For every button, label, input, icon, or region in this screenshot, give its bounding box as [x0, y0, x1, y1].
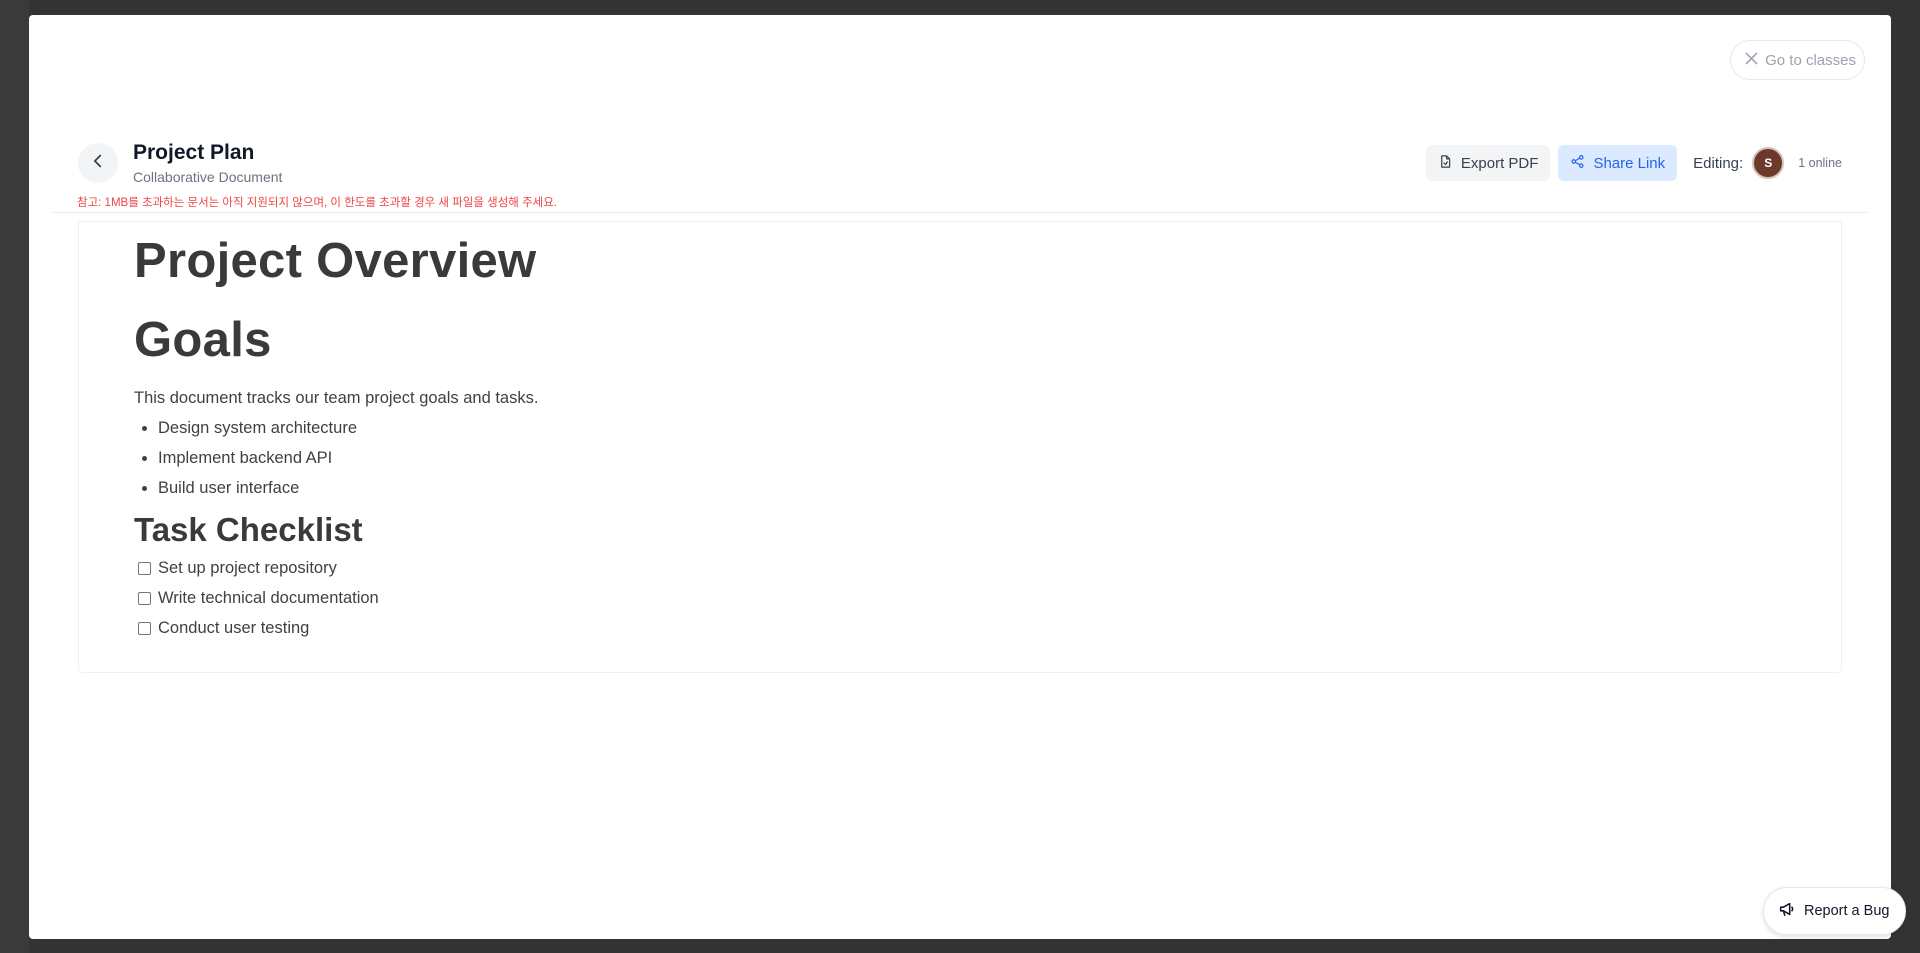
- task-checkbox[interactable]: [138, 621, 151, 635]
- document-modal: Go to classes Project Plan Collaborative…: [29, 15, 1891, 939]
- task-checkbox[interactable]: [138, 561, 151, 575]
- editor-content: Project Overview Goals This document tra…: [134, 222, 1786, 643]
- intro-paragraph: This document tracks our team project go…: [134, 389, 539, 407]
- header-actions: Export PDF Share Link Editing: S 1 onlin…: [1425, 145, 1842, 181]
- backdrop-panel: [0, 0, 29, 953]
- share-link-label: Share Link: [1593, 154, 1666, 172]
- goals-list: Design system architecture Implement bac…: [134, 413, 1786, 503]
- task-label: Set up project repository: [158, 558, 337, 577]
- list-item: Build user interface: [158, 473, 1786, 503]
- avatar[interactable]: S: [1752, 147, 1785, 179]
- list-item: Implement backend API: [158, 443, 1786, 473]
- task-checkbox[interactable]: [138, 591, 151, 605]
- chevron-left-icon: [89, 152, 107, 175]
- avatar-initial: S: [1764, 156, 1773, 170]
- export-pdf-button[interactable]: Export PDF: [1425, 145, 1551, 181]
- report-bug-button[interactable]: Report a Bug: [1763, 887, 1907, 935]
- heading-goals: Goals: [134, 313, 272, 367]
- document-title: Project Plan: [133, 141, 255, 164]
- share-link-button[interactable]: Share Link: [1558, 145, 1678, 181]
- document-subtitle: Collaborative Document: [133, 169, 283, 185]
- document-editor[interactable]: Project Overview Goals This document tra…: [78, 221, 1842, 673]
- go-to-classes-button[interactable]: Go to classes: [1730, 40, 1865, 80]
- task-item: Conduct user testing: [134, 613, 1786, 643]
- back-button[interactable]: [78, 143, 118, 183]
- list-item: Design system architecture: [158, 413, 1786, 443]
- close-icon: [1743, 50, 1760, 71]
- task-label: Conduct user testing: [158, 618, 310, 637]
- online-count: 1 online: [1798, 156, 1842, 170]
- document-header: Project Plan Collaborative Document 참고: …: [53, 121, 1867, 213]
- megaphone-icon: [1778, 900, 1796, 922]
- go-to-classes-label: Go to classes: [1765, 51, 1856, 69]
- file-size-note: 참고: 1MB를 초과하는 문서는 아직 지원되지 않으며, 이 한도를 초과할…: [77, 197, 557, 209]
- heading-task-checklist: Task Checklist: [134, 511, 363, 548]
- heading-project-overview: Project Overview: [134, 234, 537, 288]
- file-pdf-icon: [1438, 154, 1453, 173]
- report-bug-label: Report a Bug: [1804, 903, 1890, 919]
- task-item: Write technical documentation: [134, 583, 1786, 613]
- task-label: Write technical documentation: [158, 588, 379, 607]
- share-icon: [1570, 154, 1585, 173]
- task-item: Set up project repository: [134, 553, 1786, 583]
- export-pdf-label: Export PDF: [1460, 154, 1539, 172]
- editing-label: Editing:: [1693, 154, 1744, 172]
